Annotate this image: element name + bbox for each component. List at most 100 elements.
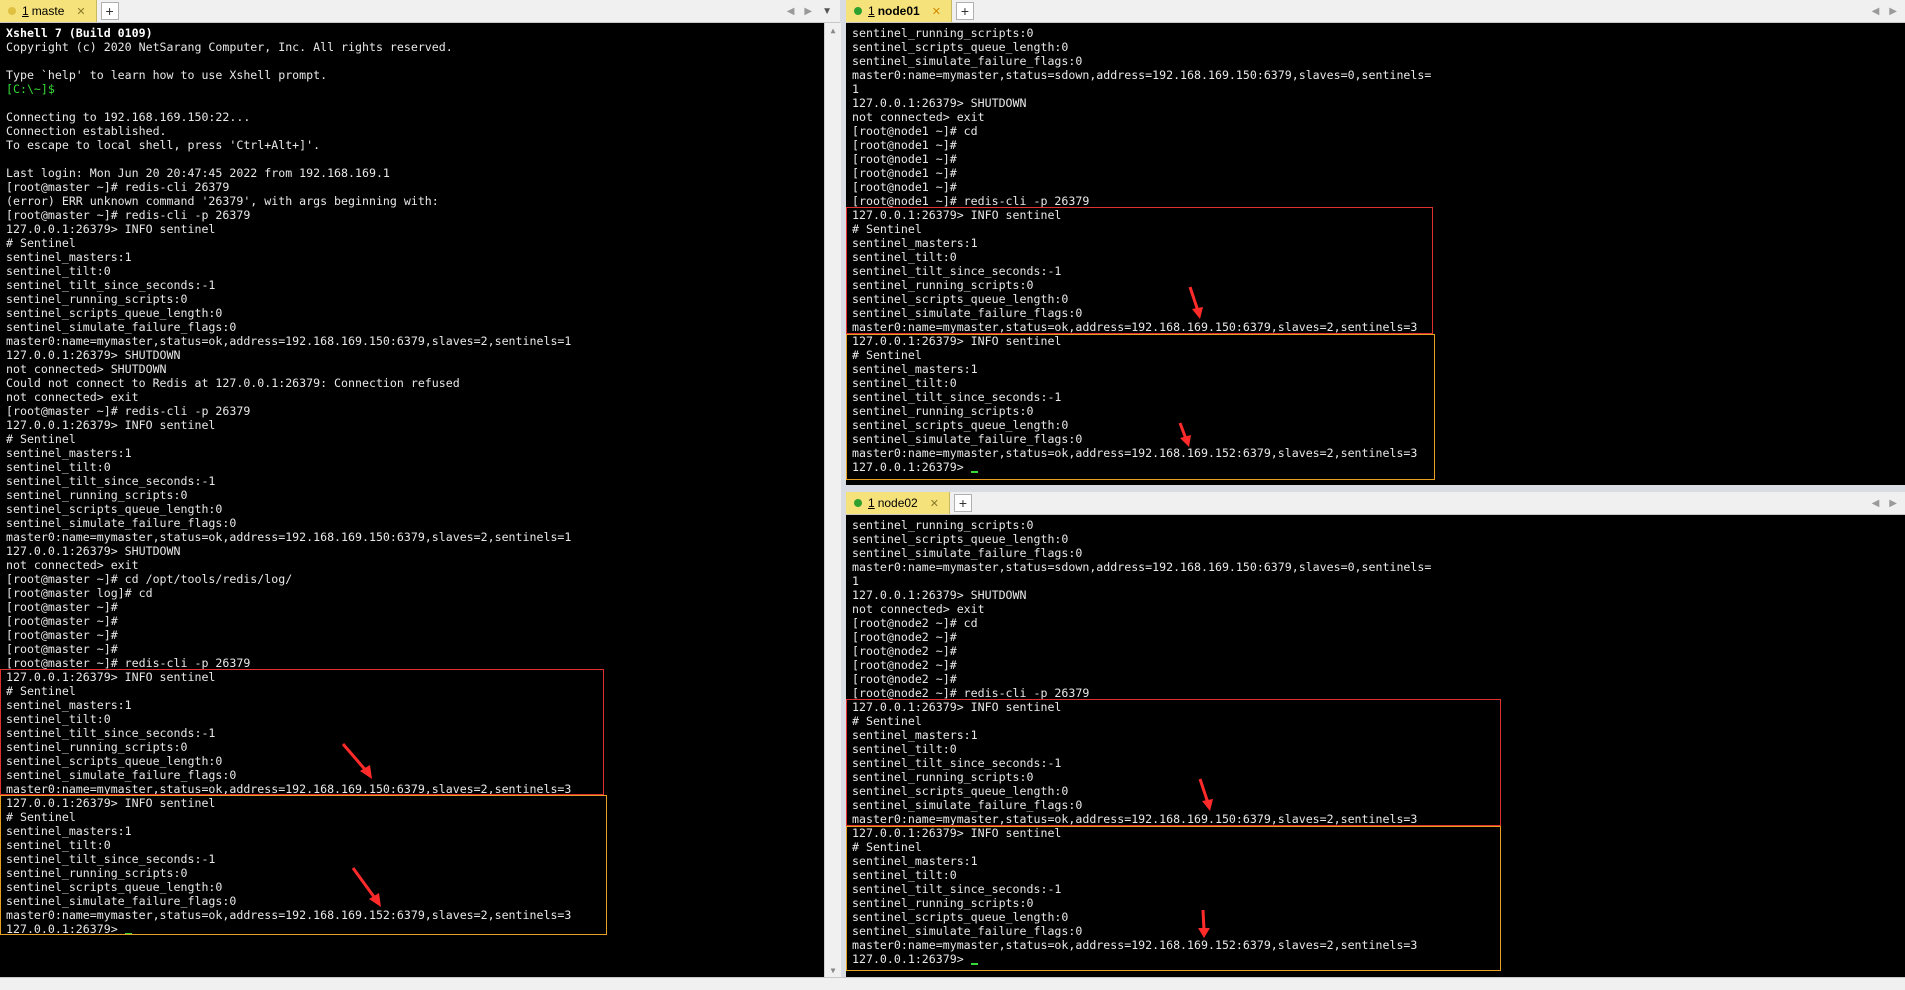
triangle-left-icon[interactable]: ◀ — [1872, 6, 1880, 17]
new-tab-button[interactable]: + — [953, 494, 972, 512]
master-terminal-pane[interactable]: Xshell 7 (Build 0109) Copyright (c) 2020 … — [0, 23, 824, 977]
master-tabbar: 1 maste ✕ + ◀ ▶ ▼ — [0, 0, 840, 23]
triangle-right-icon[interactable]: ▶ — [1889, 498, 1897, 509]
terminal-line: sentinel_masters:1 — [6, 250, 132, 264]
close-icon[interactable]: ✕ — [932, 5, 941, 18]
terminal-line: sentinel_running_scripts:0 — [852, 278, 1034, 292]
terminal-line: sentinel_masters:1 — [852, 362, 978, 376]
node01-tabbar: 1 node01 ✕ + ◀ ▶ — [846, 0, 1905, 23]
red-arrow-icon — [1188, 286, 1203, 319]
terminal-line: not connected> exit — [852, 602, 985, 616]
terminal-line: sentinel_masters:1 — [852, 728, 978, 742]
triangle-left-icon[interactable]: ◀ — [1872, 498, 1880, 509]
tab-node01[interactable]: 1 node01 ✕ — [846, 0, 952, 22]
red-arrow-icon — [351, 867, 381, 907]
terminal-line: sentinel_tilt_since_seconds:-1 — [852, 882, 1062, 896]
terminal-line: sentinel_simulate_failure_flags:0 — [6, 894, 237, 908]
terminal-line: 1 — [852, 574, 859, 588]
tab-label: node01 — [877, 4, 920, 18]
terminal-line: Xshell 7 (Build 0109) — [6, 26, 153, 40]
tab-node02[interactable]: 1 node02 ✕ — [846, 492, 950, 514]
close-icon[interactable]: ✕ — [930, 497, 939, 510]
terminal-line: [root@node1 ~]# cd — [852, 124, 978, 138]
terminal-line: sentinel_masters:1 — [852, 854, 978, 868]
status-bar — [0, 977, 1905, 990]
tab-number: 1 — [22, 4, 29, 18]
terminal-line: 127.0.0.1:26379> INFO sentinel — [852, 208, 1062, 222]
terminal-line: 127.0.0.1:26379> SHUTDOWN — [852, 96, 1027, 110]
terminal-line: [root@master ~]# — [6, 614, 118, 628]
terminal-line: sentinel_running_scripts:0 — [852, 770, 1034, 784]
scroll-down-icon[interactable]: ▼ — [825, 963, 841, 977]
terminal-line: # Sentinel — [852, 348, 922, 362]
terminal-line: sentinel_scripts_queue_length:0 — [6, 502, 223, 516]
close-icon[interactable]: ✕ — [76, 5, 85, 18]
terminal-line: sentinel_masters:1 — [6, 698, 132, 712]
terminal-line: [root@node1 ~]# — [852, 138, 957, 152]
terminal-line: master0:name=mymaster,status=sdown,addre… — [852, 68, 1432, 82]
tab-master[interactable]: 1 maste ✕ — [0, 0, 97, 22]
new-tab-button[interactable]: + — [955, 2, 974, 20]
tab-label: maste — [31, 4, 65, 18]
terminal-line: sentinel_tilt_since_seconds:-1 — [6, 726, 216, 740]
terminal-line: (error) ERR unknown command '26379', wit… — [6, 194, 439, 208]
terminal-line: 127.0.0.1:26379> INFO sentinel — [6, 670, 216, 684]
triangle-left-icon[interactable]: ◀ — [787, 6, 795, 17]
terminal-line: 127.0.0.1:26379> INFO sentinel — [6, 796, 216, 810]
terminal-line: 127.0.0.1:26379> SHUTDOWN — [6, 544, 181, 558]
terminal-line: master0:name=mymaster,status=ok,address=… — [852, 446, 1418, 460]
plus-icon: + — [960, 3, 970, 19]
terminal-line: [root@node2 ~]# — [852, 630, 957, 644]
node02-terminal-output[interactable]: sentinel_running_scripts:0 sentinel_scrip… — [846, 515, 1905, 977]
terminal-line: Could not connect to Redis at 127.0.0.1:… — [6, 376, 460, 390]
node01-terminal-pane[interactable]: sentinel_running_scripts:0 sentinel_scrip… — [846, 23, 1905, 485]
terminal-line: To escape to local shell, press 'Ctrl+Al… — [6, 138, 321, 152]
terminal-line: sentinel_tilt:0 — [852, 250, 957, 264]
terminal-line: sentinel_simulate_failure_flags:0 — [6, 516, 237, 530]
terminal-line: sentinel_simulate_failure_flags:0 — [852, 546, 1083, 560]
terminal-line: sentinel_running_scripts:0 — [6, 740, 188, 754]
node01-terminal-output[interactable]: sentinel_running_scripts:0 sentinel_scrip… — [846, 23, 1905, 485]
terminal-line: master0:name=mymaster,status=sdown,addre… — [852, 560, 1432, 574]
terminal-line: sentinel_tilt_since_seconds:-1 — [6, 852, 216, 866]
new-tab-button[interactable]: + — [100, 2, 119, 20]
terminal-line: sentinel_scripts_queue_length:0 — [6, 880, 223, 894]
master-scrollbar[interactable]: ▲ ▼ — [824, 23, 841, 977]
terminal-line: [root@node1 ~]# — [852, 166, 957, 180]
session-status-icon — [854, 499, 862, 507]
terminal-line: master0:name=mymaster,status=ok,address=… — [6, 908, 572, 922]
terminal-line: sentinel_scripts_queue_length:0 — [852, 784, 1069, 798]
red-arrow-icon — [1198, 778, 1213, 811]
node02-terminal-pane[interactable]: sentinel_running_scripts:0 sentinel_scrip… — [846, 515, 1905, 977]
terminal-line: [root@node2 ~]# — [852, 672, 957, 686]
plus-icon: + — [105, 3, 114, 19]
terminal-line: Connecting to 192.168.169.150:22... — [6, 110, 251, 124]
terminal-line: sentinel_scripts_queue_length:0 — [852, 532, 1069, 546]
terminal-line: sentinel_running_scripts:0 — [852, 518, 1034, 532]
tab-label: node02 — [877, 496, 918, 510]
terminal-line: [C:\~]$ — [6, 82, 55, 96]
cursor-icon — [970, 963, 978, 965]
chevron-down-icon[interactable]: ▼ — [822, 6, 832, 17]
red-arrow-icon — [1198, 909, 1210, 938]
terminal-line: sentinel_tilt_since_seconds:-1 — [6, 474, 216, 488]
terminal-line: sentinel_simulate_failure_flags:0 — [6, 320, 237, 334]
triangle-right-icon[interactable]: ▶ — [804, 6, 812, 17]
terminal-line: master0:name=mymaster,status=ok,address=… — [852, 320, 1418, 334]
terminal-line: master0:name=mymaster,status=ok,address=… — [852, 812, 1418, 826]
terminal-line: sentinel_tilt_since_seconds:-1 — [852, 756, 1062, 770]
terminal-line: 127.0.0.1:26379> SHUTDOWN — [852, 588, 1027, 602]
scroll-up-icon[interactable]: ▲ — [825, 23, 841, 37]
terminal-line: sentinel_tilt:0 — [852, 742, 957, 756]
terminal-line: sentinel_tilt:0 — [6, 838, 111, 852]
terminal-line: 1 — [852, 82, 859, 96]
terminal-line: sentinel_simulate_failure_flags:0 — [852, 432, 1083, 446]
terminal-line: 127.0.0.1:26379> INFO sentinel — [6, 418, 216, 432]
terminal-line: # Sentinel — [6, 810, 76, 824]
triangle-right-icon[interactable]: ▶ — [1889, 6, 1897, 17]
master-terminal-output[interactable]: Xshell 7 (Build 0109) Copyright (c) 2020 … — [0, 23, 824, 977]
terminal-line: [root@node1 ~]# — [852, 180, 957, 194]
tab-number: 1 — [868, 4, 875, 18]
cursor-icon — [970, 471, 978, 473]
